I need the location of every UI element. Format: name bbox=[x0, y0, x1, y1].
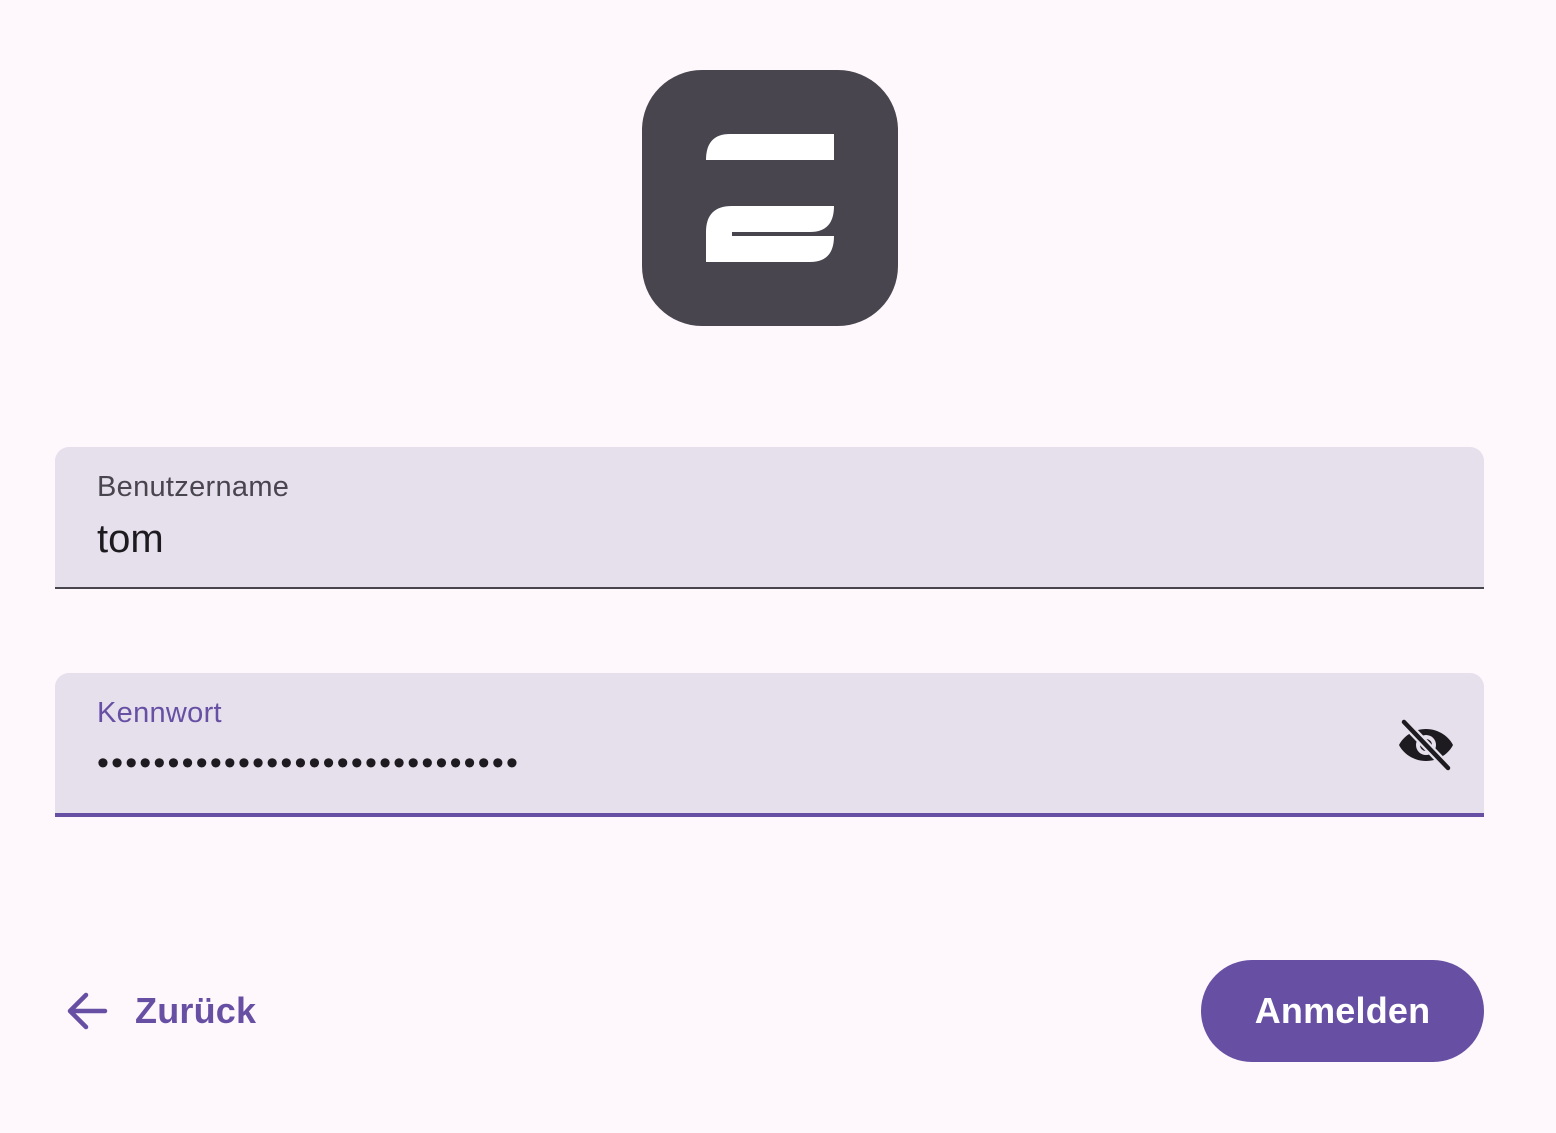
app-logo-icon bbox=[706, 134, 834, 262]
back-button[interactable]: Zurück bbox=[55, 960, 266, 1062]
username-label: Benutzername bbox=[97, 471, 290, 503]
password-field[interactable]: Kennwort •••••••••••••••••••••••••••••• bbox=[55, 673, 1484, 817]
login-label: Anmelden bbox=[1254, 990, 1431, 1031]
password-input[interactable]: •••••••••••••••••••••••••••••• bbox=[97, 746, 520, 780]
back-label: Zurück bbox=[135, 990, 257, 1031]
eye-off-icon bbox=[1399, 719, 1453, 771]
username-input[interactable]: tom bbox=[97, 517, 164, 562]
app-logo bbox=[642, 70, 898, 326]
arrow-left-icon bbox=[67, 992, 108, 1030]
username-field[interactable]: Benutzername tom bbox=[55, 447, 1484, 589]
password-visibility-toggle[interactable] bbox=[1396, 717, 1456, 773]
password-label: Kennwort bbox=[97, 697, 222, 729]
login-button[interactable]: Anmelden bbox=[1201, 960, 1484, 1062]
